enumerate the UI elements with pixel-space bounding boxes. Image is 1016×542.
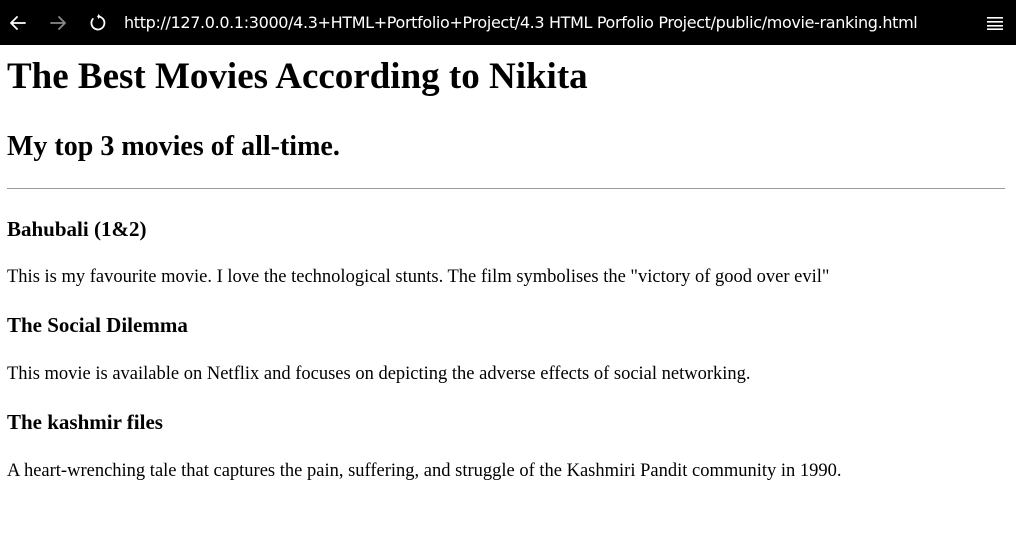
movie-title: The kashmir files <box>7 410 163 434</box>
movie-title: Bahubali (1&2) <box>7 217 147 241</box>
forward-button[interactable] <box>40 0 76 45</box>
browser-toolbar: http://127.0.0.1:3000/4.3+HTML+Portfolio… <box>0 0 1016 45</box>
reload-icon <box>90 13 106 30</box>
menu-button[interactable] <box>980 0 1010 45</box>
movie-description: A heart-wrenching tale that captures the… <box>7 461 842 481</box>
movie-title: The Social Dilemma <box>7 313 188 337</box>
hamburger-menu-icon <box>987 16 1003 30</box>
movie-description: This is my favourite movie. I love the t… <box>7 267 830 287</box>
page-subtitle: My top 3 movies of all-time. <box>7 131 340 162</box>
page-content: The Best Movies According to Nikita My t… <box>0 45 1016 542</box>
movie-description: This movie is available on Netflix and f… <box>7 364 751 384</box>
address-bar[interactable]: http://127.0.0.1:3000/4.3+HTML+Portfolio… <box>124 0 918 45</box>
arrow-right-icon <box>50 15 66 30</box>
arrow-left-icon <box>10 15 26 30</box>
divider <box>7 188 1005 189</box>
reload-button[interactable] <box>80 0 116 45</box>
page-title: The Best Movies According to Nikita <box>7 56 588 97</box>
back-button[interactable] <box>0 0 36 45</box>
